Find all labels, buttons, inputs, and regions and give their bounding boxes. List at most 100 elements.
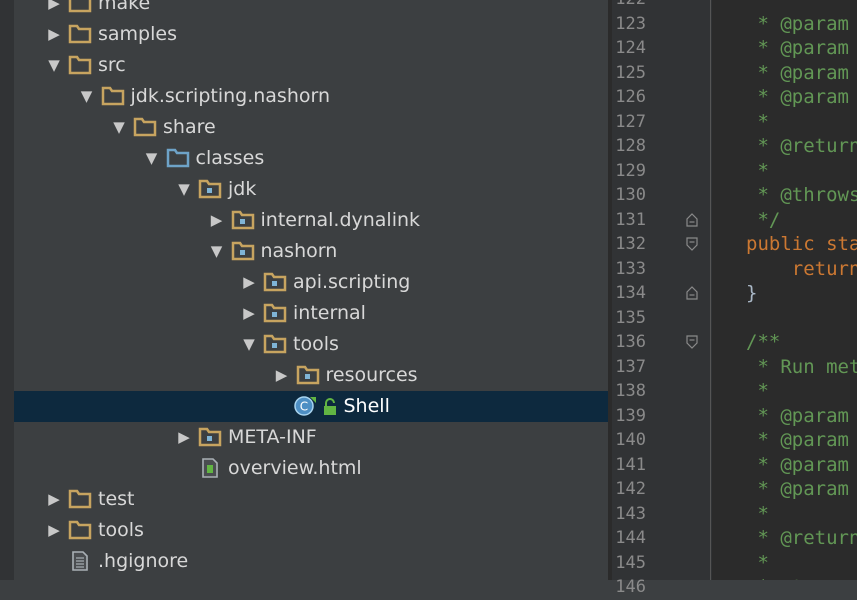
project-tree-panel: ▶ make ▶ samples ▼ src ▼ jdk.scripting.nashorn ▼… bbox=[0, 0, 608, 580]
tree-row-label: tools bbox=[293, 333, 339, 355]
code-line[interactable]: } bbox=[746, 281, 757, 306]
tree-row-jdk[interactable]: ▼ jdk bbox=[14, 174, 608, 205]
collapse-arrow-icon[interactable]: ▼ bbox=[241, 336, 257, 352]
code-line[interactable]: public sta bbox=[746, 232, 857, 257]
code-line[interactable]: * @param bbox=[746, 85, 849, 110]
code-line[interactable]: * @param bbox=[746, 453, 849, 478]
svg-text:C: C bbox=[299, 400, 307, 414]
expand-arrow-icon[interactable]: ▶ bbox=[274, 367, 290, 383]
folder-icon bbox=[68, 488, 92, 510]
code-line[interactable]: * @param bbox=[746, 61, 849, 86]
folder-icon bbox=[133, 116, 157, 138]
expand-arrow-icon[interactable]: ▶ bbox=[46, 26, 62, 42]
tree-row-label: tools bbox=[98, 519, 144, 541]
code-line[interactable]: * @param bbox=[746, 12, 849, 37]
tree-row-src[interactable]: ▼ src bbox=[14, 50, 608, 81]
code-line[interactable]: * Run met bbox=[746, 355, 857, 380]
tree-row-api-scripting[interactable]: ▶ api.scripting bbox=[14, 267, 608, 298]
code-line[interactable]: * @param bbox=[746, 404, 849, 429]
expand-arrow-icon[interactable]: ▶ bbox=[46, 522, 62, 538]
tree-row-overview-html[interactable]: overview.html bbox=[14, 453, 608, 484]
tree-row-tools[interactable]: ▶ tools bbox=[14, 515, 608, 546]
expand-arrow-icon[interactable]: ▶ bbox=[46, 491, 62, 507]
tree-row-label: classes bbox=[195, 147, 265, 169]
collapse-arrow-icon[interactable]: ▼ bbox=[46, 57, 62, 73]
expand-arrow-icon[interactable]: ▶ bbox=[46, 0, 62, 11]
collapse-arrow-icon[interactable]: ▼ bbox=[111, 119, 127, 135]
expand-arrow-icon[interactable]: ▶ bbox=[241, 305, 257, 321]
line-number: 133 bbox=[615, 258, 646, 279]
tree-row-nashorn[interactable]: ▼ nashorn bbox=[14, 236, 608, 267]
code-line[interactable]: * bbox=[746, 110, 768, 135]
line-number: 135 bbox=[615, 307, 646, 328]
line-number: 123 bbox=[615, 13, 646, 34]
tree-row-tools[interactable]: ▼ tools bbox=[14, 329, 608, 360]
code-line[interactable]: * bbox=[746, 551, 768, 576]
text-file-icon bbox=[68, 550, 92, 572]
code-line[interactable]: * bbox=[746, 159, 768, 184]
line-number: 143 bbox=[615, 503, 646, 524]
code-line[interactable]: */ bbox=[746, 208, 780, 233]
line-number: 139 bbox=[615, 405, 646, 426]
code-line[interactable]: /** bbox=[746, 330, 780, 355]
code-line[interactable]: * bbox=[746, 0, 768, 12]
tree-row-jdk-scripting-nashorn[interactable]: ▼ jdk.scripting.nashorn bbox=[14, 81, 608, 112]
line-number: 126 bbox=[615, 87, 646, 107]
line-number: 122 bbox=[612, 0, 646, 12]
tree-row-test[interactable]: ▶ test bbox=[14, 484, 608, 515]
tree-row-classes[interactable]: ▼ classes bbox=[14, 143, 608, 174]
collapse-arrow-icon[interactable]: ▼ bbox=[209, 243, 225, 259]
line-number: 131 bbox=[615, 209, 646, 230]
tree-row-hgignore[interactable]: .hgignore bbox=[14, 546, 608, 577]
folder-icon bbox=[68, 0, 92, 14]
code-line[interactable]: * @return bbox=[746, 134, 857, 159]
line-number: 137 bbox=[615, 356, 646, 377]
code-line[interactable]: return bbox=[746, 257, 857, 282]
code-line[interactable]: * @param bbox=[746, 36, 849, 61]
tree-row-label: META-INF bbox=[228, 426, 317, 448]
tree-row-label: .hgignore bbox=[98, 550, 189, 572]
source-folder-icon bbox=[166, 147, 190, 169]
line-number: 128 bbox=[615, 136, 646, 156]
code-line[interactable]: * @t bbox=[746, 575, 803, 580]
tree-row-label: internal bbox=[293, 302, 366, 324]
line-number: 132 bbox=[615, 234, 646, 254]
tree-row-share[interactable]: ▼ share bbox=[14, 112, 608, 143]
code-line[interactable]: * @throws bbox=[746, 183, 857, 208]
expand-arrow-icon[interactable]: ▶ bbox=[241, 274, 257, 290]
class-icon: C bbox=[293, 395, 318, 417]
tree-row-shell[interactable]: C Shell bbox=[14, 391, 608, 422]
code-line[interactable]: * bbox=[746, 502, 768, 527]
code-line[interactable]: * @return bbox=[746, 526, 857, 551]
tree-row-internal-dynalink[interactable]: ▶ internal.dynalink bbox=[14, 205, 608, 236]
code-line[interactable]: * bbox=[746, 379, 768, 404]
code-line[interactable]: * @param bbox=[746, 428, 849, 453]
code-editor[interactable]: * * @param * @param * @param * @param * … bbox=[712, 0, 857, 580]
tree-row-meta-inf[interactable]: ▶ META-INF bbox=[14, 422, 608, 453]
collapse-arrow-icon[interactable]: ▼ bbox=[79, 88, 95, 104]
package-icon bbox=[263, 302, 287, 324]
line-number: 141 bbox=[615, 454, 646, 475]
collapse-arrow-icon[interactable]: ▼ bbox=[176, 181, 192, 197]
package-icon bbox=[198, 426, 222, 448]
line-number: 125 bbox=[615, 62, 646, 83]
fold-end-icon[interactable] bbox=[684, 285, 700, 301]
tree-row-internal[interactable]: ▶ internal bbox=[14, 298, 608, 329]
tree-row-label: api.scripting bbox=[293, 271, 411, 293]
folder-icon bbox=[101, 85, 125, 107]
collapse-arrow-icon[interactable]: ▼ bbox=[144, 150, 160, 166]
line-number: 134 bbox=[615, 283, 646, 303]
fold-start-icon[interactable] bbox=[684, 334, 700, 350]
expand-arrow-icon[interactable]: ▶ bbox=[176, 429, 192, 445]
fold-start-icon[interactable] bbox=[684, 236, 700, 252]
code-line[interactable]: * @param bbox=[746, 477, 849, 502]
tree-row-make[interactable]: ▶ make bbox=[14, 0, 608, 19]
expand-arrow-icon[interactable]: ▶ bbox=[209, 212, 225, 228]
tree-row-samples[interactable]: ▶ samples bbox=[14, 19, 608, 50]
tree-row-resources[interactable]: ▶ resources bbox=[14, 360, 608, 391]
unlock-icon bbox=[319, 396, 343, 418]
fold-end-icon[interactable] bbox=[684, 212, 700, 228]
html-file-icon bbox=[198, 457, 222, 479]
tree-row-label: internal.dynalink bbox=[260, 209, 421, 231]
package-icon bbox=[198, 178, 222, 200]
